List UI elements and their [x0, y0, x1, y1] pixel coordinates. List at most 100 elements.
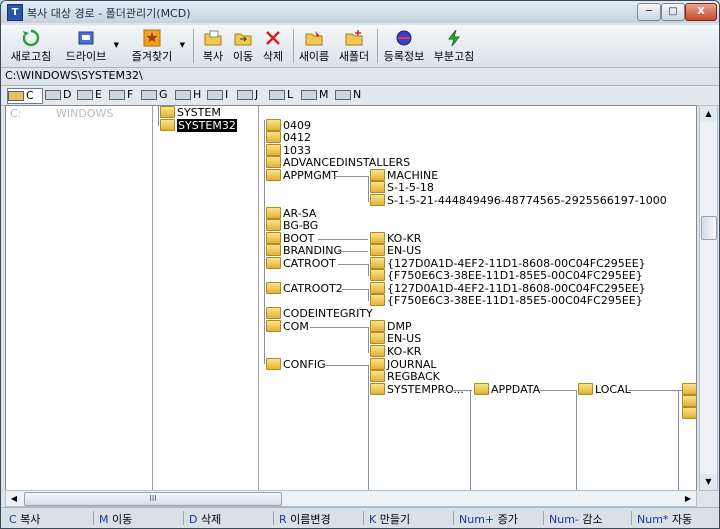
new-folder-icon — [345, 30, 363, 46]
folder-appdata[interactable]: APPDATA — [474, 383, 540, 396]
status-key-auto[interactable]: Num* 자동 — [637, 511, 717, 526]
folder-com-ko-kr[interactable]: KO-KR — [370, 345, 421, 358]
horizontal-scroll-thumb[interactable]: III — [24, 492, 282, 506]
tree-line — [324, 365, 368, 366]
drive-d[interactable]: D — [45, 88, 71, 102]
status-key-copy[interactable]: C 복사 — [9, 511, 94, 526]
folder-appmgmt[interactable]: APPMGMT — [266, 169, 338, 182]
folder-com[interactable]: COM — [266, 320, 309, 333]
folder-catroot2[interactable]: CATROOT2 — [266, 282, 343, 295]
favorites-icon — [143, 29, 161, 47]
refresh-button[interactable]: 새로고침 — [7, 27, 55, 65]
folder-system32[interactable]: SYSTEM32 — [160, 119, 237, 132]
folder-advancedinstallers[interactable]: ADVANCEDINSTALLERS — [266, 156, 410, 169]
vertical-scroll-thumb[interactable] — [701, 216, 717, 240]
folder-catroot-guid-2[interactable]: {F750E6C3-38EE-11D1-85E5-00C04FC295EE} — [370, 269, 643, 282]
drive-j[interactable]: J — [237, 88, 258, 102]
close-button[interactable]: X — [685, 3, 717, 21]
tree-line — [338, 251, 368, 252]
column-root: C: WINDOWS — [6, 106, 153, 490]
tree-line — [338, 264, 368, 265]
drive-icon — [301, 90, 317, 100]
favorites-button[interactable]: 즐겨찾기 ▼ — [129, 27, 185, 65]
drive-c[interactable]: C — [7, 88, 43, 104]
drive-l[interactable]: L — [269, 88, 293, 102]
drive-dropdown-icon[interactable]: ▼ — [114, 41, 119, 49]
status-bar: C 복사 M 이동 D 삭제 R 이름변경 K 만들기 Num+ 증가 Num-… — [1, 507, 719, 528]
tree-line — [368, 365, 369, 490]
status-key-delete[interactable]: D 삭제 — [189, 511, 274, 526]
folder-s-1-5-18[interactable]: S-1-5-18 — [370, 181, 434, 194]
favorites-dropdown-icon[interactable]: ▼ — [180, 41, 185, 49]
folder-tree-view[interactable]: C: WINDOWS SYSTEM SYSTEM32 0409 0412 103… — [5, 105, 697, 491]
scroll-right-icon[interactable]: ▶ — [680, 491, 696, 506]
folder-system[interactable]: SYSTEM — [160, 106, 221, 119]
rename-icon — [305, 31, 323, 46]
scroll-left-icon[interactable]: ◀ — [6, 491, 22, 506]
folder-icon — [474, 383, 489, 395]
status-key-rename[interactable]: R 이름변경 — [279, 511, 364, 526]
folder-icon — [266, 282, 281, 294]
delete-button[interactable]: 삭제 — [259, 27, 287, 65]
tree-line — [310, 327, 368, 328]
folder-bg-bg[interactable]: BG-BG — [266, 219, 318, 232]
folder-icon — [370, 232, 385, 244]
properties-button[interactable]: 등록정보 — [383, 27, 425, 65]
root-drive-node[interactable]: C: — [10, 108, 21, 120]
new-folder-button[interactable]: 새폴더 — [337, 27, 371, 65]
root-folder-node[interactable]: WINDOWS — [56, 108, 113, 120]
tree-line — [368, 264, 369, 276]
folder-com-en-us[interactable]: EN-US — [370, 332, 421, 345]
folder-local[interactable]: LOCAL — [578, 383, 631, 396]
drive-icon — [175, 90, 191, 100]
folder-branding[interactable]: BRANDING — [266, 244, 342, 257]
folder-branding-en-us[interactable]: EN-US — [370, 244, 421, 257]
folder-regback[interactable]: REGBACK — [370, 370, 440, 383]
folder-config[interactable]: CONFIG — [266, 358, 326, 371]
folder-catroot2-guid-2[interactable]: {F750E6C3-38EE-11D1-85E5-00C04FC295EE} — [370, 294, 643, 307]
scroll-down-icon[interactable]: ▼ — [700, 474, 717, 490]
app-icon[interactable]: T — [7, 4, 23, 21]
move-button[interactable]: 이동 — [229, 27, 257, 65]
folder-0412[interactable]: 0412 — [266, 131, 311, 144]
drive-button[interactable]: 드라이브 ▼ — [63, 27, 119, 65]
window-title: 복사 대상 경로 - 폴더관리기(MCD) — [27, 7, 191, 20]
status-key-create[interactable]: K 만들기 — [369, 511, 454, 526]
copy-button[interactable]: 복사 — [199, 27, 227, 65]
vertical-scrollbar[interactable]: ▲ ▼ — [699, 105, 718, 491]
partial-refresh-button[interactable]: 부분고침 — [433, 27, 475, 65]
drive-e[interactable]: E — [77, 88, 102, 102]
tree-line — [318, 239, 368, 240]
folder-s-1-5-21[interactable]: S-1-5-21-444849496-48774565-2925566197-1… — [370, 194, 667, 207]
drive-h[interactable]: H — [175, 88, 201, 102]
folder-icon — [266, 244, 281, 256]
folder-icon — [370, 257, 385, 269]
status-key-increase[interactable]: Num+ 증가 — [459, 511, 544, 526]
scroll-up-icon[interactable]: ▲ — [700, 106, 717, 122]
folder-icon — [266, 119, 281, 131]
status-key-move[interactable]: M 이동 — [99, 511, 184, 526]
drive-m[interactable]: M — [301, 88, 329, 102]
drive-icon — [207, 90, 223, 100]
folder-icon — [266, 156, 281, 168]
tree-line — [628, 390, 682, 391]
drive-f[interactable]: F — [109, 88, 133, 102]
folder-icon — [578, 383, 593, 395]
tree-line — [540, 390, 576, 391]
drive-icon — [77, 90, 93, 100]
drive-g[interactable]: G — [141, 88, 168, 102]
maximize-button[interactable]: □ — [661, 3, 685, 21]
drive-n[interactable]: N — [335, 88, 361, 102]
folder-catroot[interactable]: CATROOT — [266, 257, 336, 270]
folder-local-child-3[interactable] — [682, 407, 696, 420]
folder-icon — [370, 358, 385, 370]
rename-button[interactable]: 새이름 — [297, 27, 331, 65]
horizontal-scrollbar[interactable]: ◀ III ▶ — [5, 490, 697, 507]
folder-codeintegrity[interactable]: CODEINTEGRITY — [266, 307, 373, 320]
refresh-icon — [22, 29, 40, 47]
title-bar[interactable]: T 복사 대상 경로 - 폴더관리기(MCD) ─ □ X — [1, 1, 719, 23]
status-key-decrease[interactable]: Num- 감소 — [549, 511, 632, 526]
drive-i[interactable]: I — [207, 88, 228, 102]
minimize-button[interactable]: ─ — [637, 3, 661, 21]
drive-icon — [141, 90, 157, 100]
